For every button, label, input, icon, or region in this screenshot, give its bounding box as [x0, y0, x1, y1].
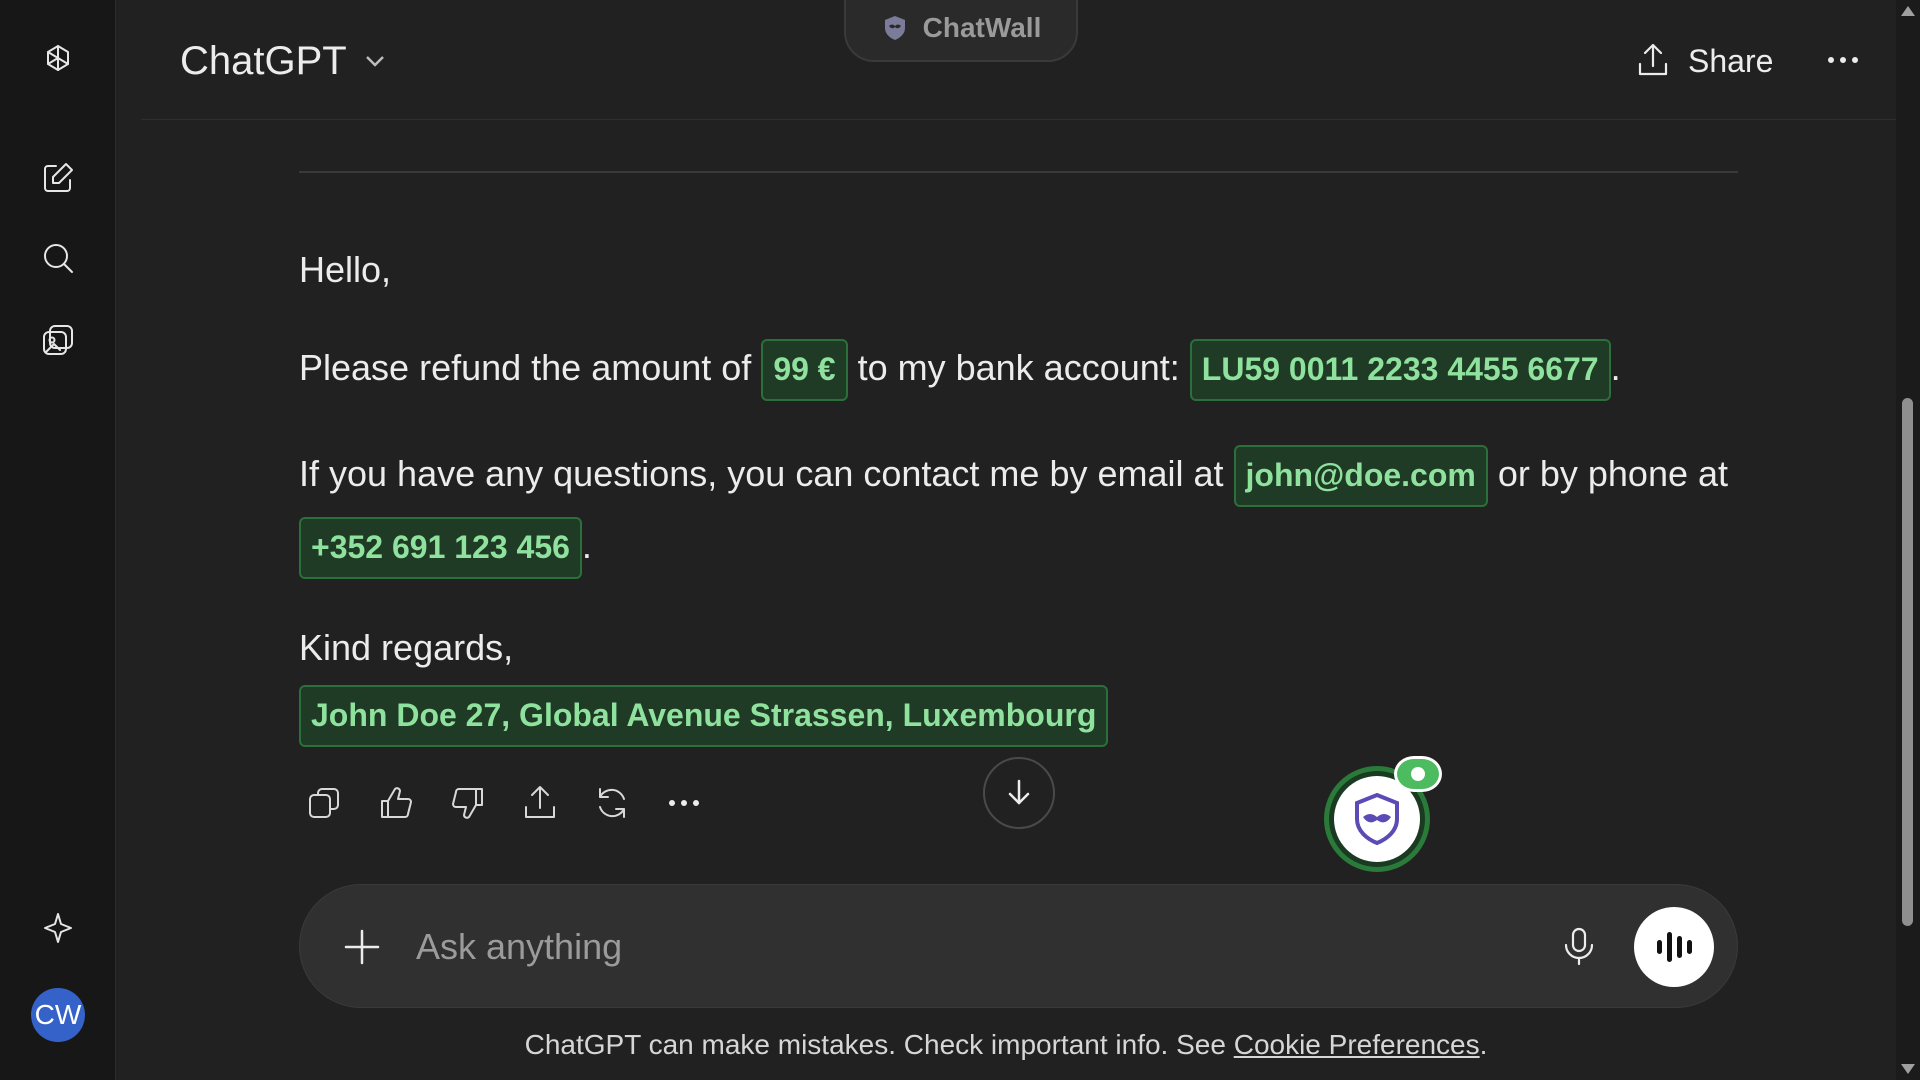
thumbs-down-button[interactable]: [443, 778, 493, 828]
model-name: ChatGPT: [180, 38, 347, 83]
more-options-button[interactable]: [1818, 40, 1868, 80]
dot: [669, 800, 675, 806]
chatwall-label: ChatWall: [922, 12, 1042, 43]
openai-logo-icon[interactable]: [30, 32, 86, 88]
thumbs-up-button[interactable]: [371, 778, 421, 828]
dot: [681, 800, 687, 806]
closing-line: Kind regards,: [299, 627, 514, 668]
share-icon: [1638, 43, 1668, 76]
prompt-input[interactable]: [416, 915, 1416, 979]
signature-chip[interactable]: John Doe 27, Global Avenue Strassen, Lux…: [299, 685, 1109, 748]
greeting-line: Hello,: [299, 249, 392, 290]
chatwall-tab[interactable]: ChatWall: [844, 0, 1078, 62]
refund-text-2: to my bank account:: [847, 347, 1190, 388]
chatwall-shield-icon: [1355, 792, 1399, 846]
share-label: Share: [1688, 42, 1774, 79]
dot: [1828, 57, 1834, 63]
dictate-button[interactable]: [1558, 925, 1604, 971]
eye-icon[interactable]: [1394, 756, 1442, 792]
voice-bar: [1656, 940, 1662, 954]
voice-bar: [1676, 936, 1682, 958]
new-chat-icon[interactable]: [30, 150, 86, 206]
thumbs-up-icon: [381, 787, 412, 818]
scroll-down-arrow[interactable]: [1901, 1064, 1915, 1074]
sidebar-rail: CW: [0, 0, 116, 1080]
top-header: ChatGPT ChatWall Share: [116, 0, 1896, 120]
voice-bar: [1686, 940, 1692, 954]
share-icon: [525, 786, 555, 818]
scroll-to-bottom-button[interactable]: [983, 757, 1055, 829]
message-actions: [299, 778, 709, 828]
arrow-down-icon: [1008, 779, 1030, 805]
plus-icon: [344, 929, 380, 965]
library-icon[interactable]: [30, 312, 86, 368]
search-icon[interactable]: [30, 230, 86, 286]
dot: [693, 800, 699, 806]
share-button[interactable]: Share: [1634, 38, 1773, 84]
phone-text-end: .: [581, 525, 592, 566]
amount-chip[interactable]: 99 €: [761, 339, 848, 402]
header-divider: [141, 119, 1896, 120]
disclaimer: ChatGPT can make mistakes. Check importa…: [0, 1029, 1920, 1061]
dot: [1852, 57, 1858, 63]
dot: [1840, 57, 1846, 63]
thumbs-down-icon: [452, 788, 483, 819]
refund-text-1: Please refund the amount of: [299, 347, 762, 388]
message-divider: [299, 171, 1738, 173]
copy-button[interactable]: [299, 778, 349, 828]
voice-mode-button[interactable]: [1634, 907, 1714, 987]
contact-text-1: If you have any questions, you can conta…: [299, 453, 1234, 494]
model-selector[interactable]: ChatGPT: [180, 36, 389, 86]
refund-line: Please refund the amount of 99 € to my b…: [299, 338, 1621, 402]
contact-text-2: or by phone at: [1487, 453, 1729, 494]
disclaimer-end: .: [1479, 1029, 1488, 1060]
chatwall-shield-icon: [884, 16, 905, 40]
contact-line: If you have any questions, you can conta…: [299, 444, 1729, 508]
iban-chip[interactable]: LU59 0011 2233 4455 6677: [1189, 339, 1611, 402]
scrollbar[interactable]: [1896, 0, 1920, 1080]
signature-line: John Doe 27, Global Avenue Strassen, Lux…: [299, 684, 1109, 748]
phone-chip[interactable]: +352 691 123 456: [299, 517, 582, 580]
sparkle-icon[interactable]: [30, 900, 86, 956]
scroll-thumb[interactable]: [1902, 398, 1913, 926]
disclaimer-text: ChatGPT can make mistakes. Check importa…: [524, 1029, 1234, 1060]
cookie-preferences-link[interactable]: Cookie Preferences: [1234, 1029, 1480, 1060]
scroll-up-arrow[interactable]: [1901, 6, 1915, 16]
microphone-icon: [1564, 927, 1594, 966]
regenerate-button[interactable]: [587, 778, 637, 828]
share-message-button[interactable]: [515, 778, 565, 828]
voice-bar: [1666, 932, 1672, 962]
refund-text-end: .: [1610, 347, 1621, 388]
eye-pupil: [1411, 767, 1425, 781]
message-composer: [299, 884, 1738, 1008]
regenerate-icon: [599, 788, 625, 818]
add-attachment-button[interactable]: [340, 925, 384, 969]
more-actions-button[interactable]: [659, 778, 709, 828]
email-chip[interactable]: john@doe.com: [1233, 445, 1488, 508]
copy-icon: [309, 788, 339, 818]
chatgpt-app: CW ChatGPT ChatWall Share Hello, Please …: [0, 0, 1920, 1080]
phone-line: +352 691 123 456.: [299, 516, 592, 580]
chevron-down-icon: [365, 56, 384, 67]
